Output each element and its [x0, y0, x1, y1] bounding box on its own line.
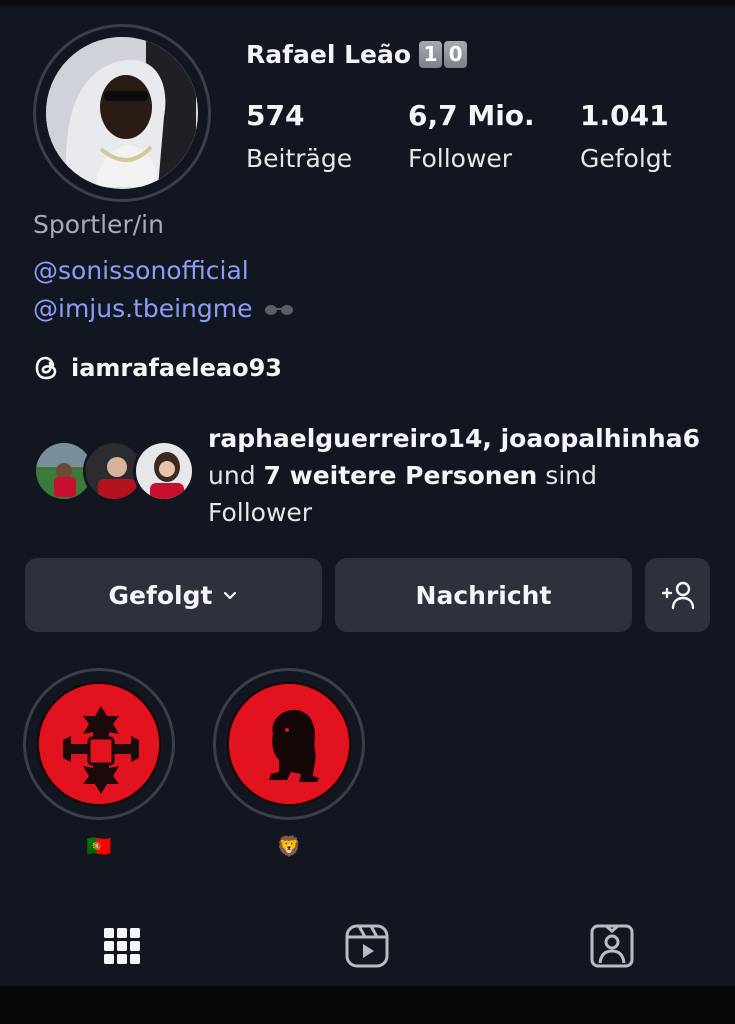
mutual-others: 7 weitere Personen — [263, 461, 538, 490]
threads-handle: iamrafaeleao93 — [71, 354, 282, 382]
mutual-followers-avatars[interactable] — [33, 440, 195, 506]
keycap-1: 1 — [419, 41, 443, 68]
bio-link-sonisson[interactable]: @sonissonofficial — [33, 256, 249, 285]
posts-label: Beiträge — [246, 144, 353, 173]
mutual-suffix: sind — [545, 461, 597, 490]
add-user-icon — [661, 581, 694, 610]
stat-posts[interactable]: 574 Beiträge — [246, 96, 352, 173]
bio-link-imjus[interactable]: @imjus.tbeingme — [33, 294, 294, 323]
profile-avatar[interactable] — [46, 37, 198, 189]
status-strip — [0, 0, 735, 6]
mutual-conjunction: und — [208, 461, 256, 490]
following-label: Gefolgt — [580, 144, 672, 173]
grid-icon — [104, 928, 140, 964]
sunglasses-icon — [259, 301, 295, 322]
threads-icon — [35, 356, 57, 380]
number-badge: 10 — [419, 41, 469, 68]
stat-following[interactable]: 1.041 Gefolgt — [580, 96, 671, 173]
following-button-label: Gefolgt — [108, 580, 213, 610]
avatar-image — [46, 37, 196, 188]
following-count: 1.041 — [580, 99, 669, 132]
tab-grid[interactable] — [98, 922, 146, 970]
highlight-lion-label: 🦁 — [276, 834, 302, 858]
highlight-ring — [213, 668, 365, 820]
system-bottom-bar — [0, 986, 735, 1024]
following-button[interactable]: Gefolgt — [25, 558, 322, 632]
tab-reels[interactable] — [343, 922, 391, 970]
tagged-icon — [590, 924, 634, 968]
highlight-portugal-label: 🇵🇹 — [86, 834, 112, 858]
highlight-lion[interactable]: 🦁 — [213, 668, 365, 858]
threads-link[interactable]: iamrafaeleao93 — [33, 354, 282, 382]
profile-avatar-ring[interactable] — [33, 24, 211, 202]
mutual-followers-text[interactable]: raphaelguerreiro14, joaopalhinha6 und 7 … — [208, 420, 708, 531]
tab-tagged[interactable] — [588, 922, 636, 970]
reels-icon — [345, 924, 389, 968]
message-button-label: Nachricht — [415, 580, 552, 610]
posts-count: 574 — [246, 99, 305, 132]
lion-icon — [227, 682, 351, 806]
category-label: Sportler/in — [33, 210, 164, 239]
followers-count: 6,7 Mio. — [408, 99, 535, 132]
highlight-portugal[interactable]: 🇵🇹 — [23, 668, 175, 858]
username-row: Rafael Leão 10 — [246, 40, 469, 69]
message-button[interactable]: Nachricht — [335, 558, 632, 632]
mutual-suffix-2: Follower — [208, 498, 313, 527]
username: Rafael Leão — [246, 40, 412, 69]
followers-label: Follower — [408, 144, 513, 173]
highlight-ring — [23, 668, 175, 820]
mutual-avatar-3 — [133, 440, 195, 502]
portugal-crest-icon — [37, 682, 161, 806]
bio-link-imjus-text: @imjus.tbeingme — [33, 294, 253, 323]
mutual-names: raphaelguerreiro14, joaopalhinha6 — [208, 424, 700, 453]
keycap-0: 0 — [444, 41, 468, 68]
chevron-down-icon — [224, 591, 237, 600]
stat-followers[interactable]: 6,7 Mio. Follower — [408, 96, 535, 173]
profile-page: Rafael Leão 10 574 Beiträge 6,7 Mio. Fol… — [0, 0, 735, 1024]
suggest-users-button[interactable] — [645, 558, 710, 632]
